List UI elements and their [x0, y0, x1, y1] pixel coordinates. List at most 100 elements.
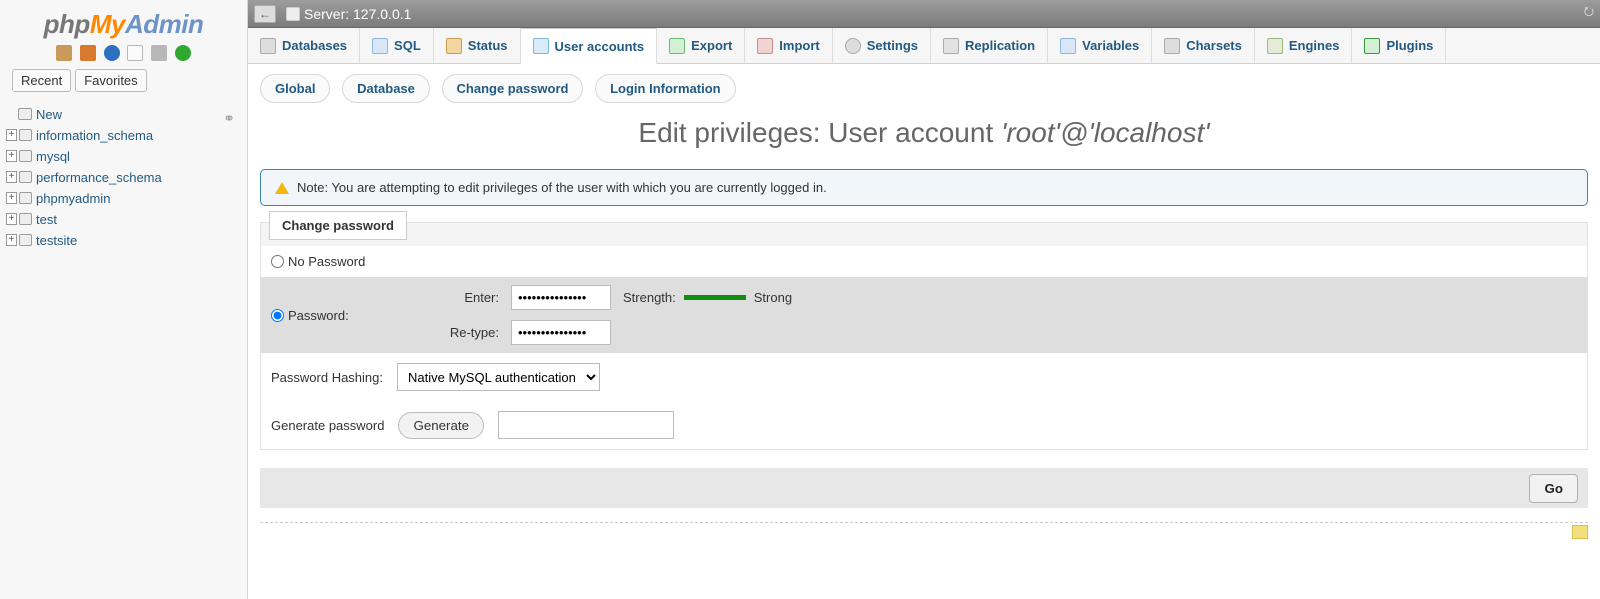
- tab-sql[interactable]: SQL: [360, 28, 434, 63]
- go-button[interactable]: Go: [1529, 474, 1578, 503]
- server-name: 127.0.0.1: [353, 6, 411, 22]
- db-icon: [18, 108, 32, 120]
- generated-password-input[interactable]: [498, 411, 674, 439]
- main-panel: ← Server: 127.0.0.1 ⭮ Databases SQL Stat…: [248, 0, 1600, 599]
- tab-label: Plugins: [1386, 38, 1433, 53]
- page-title: Edit privileges: User account 'root'@'lo…: [248, 107, 1600, 169]
- row-generate: Generate password Generate: [261, 401, 1587, 449]
- db-item-information-schema[interactable]: + information_schema: [4, 125, 243, 146]
- no-password-option[interactable]: No Password: [271, 254, 401, 269]
- recent-favorites-tabs: Recent Favorites: [0, 69, 247, 98]
- db-item-phpmyadmin[interactable]: + phpmyadmin: [4, 188, 243, 209]
- sql-icon: [372, 38, 388, 54]
- tab-user-accounts[interactable]: User accounts: [521, 28, 658, 64]
- new-database-link[interactable]: New: [4, 104, 243, 125]
- db-label: information_schema: [36, 128, 153, 143]
- password-enter-input[interactable]: [511, 285, 611, 310]
- tab-status[interactable]: Status: [434, 28, 521, 63]
- collapse-panel-icon[interactable]: ⭮: [1584, 2, 1594, 23]
- page-title-prefix: Edit privileges: User account: [638, 117, 1001, 148]
- strength-indicator: Strength: Strong: [623, 290, 792, 305]
- db-item-testsite[interactable]: + testsite: [4, 230, 243, 251]
- tab-label: Charsets: [1186, 38, 1242, 53]
- home-icon[interactable]: [56, 45, 72, 61]
- strength-meter: [684, 295, 746, 300]
- nav-back-button[interactable]: ←: [254, 5, 276, 23]
- db-icon: [19, 171, 32, 183]
- new-label: New: [36, 107, 62, 122]
- subtab-login-information[interactable]: Login Information: [595, 74, 735, 103]
- password-option[interactable]: Password:: [271, 308, 401, 323]
- password-radio[interactable]: [271, 309, 284, 322]
- favorites-tab[interactable]: Favorites: [75, 69, 146, 92]
- db-icon: [19, 192, 32, 204]
- db-label: testsite: [36, 233, 77, 248]
- logo-part1: php: [44, 9, 90, 39]
- expand-icon[interactable]: +: [6, 171, 17, 183]
- row-hashing: Password Hashing: Native MySQL authentic…: [261, 353, 1587, 401]
- db-icon: [19, 213, 32, 225]
- db-icon: [19, 150, 32, 162]
- charsets-icon: [1164, 38, 1180, 54]
- page-title-account: 'root'@'localhost': [1001, 117, 1210, 148]
- reload-icon[interactable]: [175, 45, 191, 61]
- console-toggle-bar[interactable]: [260, 522, 1588, 540]
- tab-engines[interactable]: Engines: [1255, 28, 1353, 63]
- logout-icon[interactable]: [80, 45, 96, 61]
- db-icon: [19, 129, 32, 141]
- strength-label: Strength:: [623, 290, 676, 305]
- no-password-radio[interactable]: [271, 255, 284, 268]
- server-label: Server: 127.0.0.1: [304, 6, 411, 22]
- tab-export[interactable]: Export: [657, 28, 745, 63]
- tab-import[interactable]: Import: [745, 28, 832, 63]
- db-item-performance-schema[interactable]: + performance_schema: [4, 167, 243, 188]
- database-tree: New + information_schema + mysql + perfo…: [0, 98, 247, 257]
- navigation-settings-icon[interactable]: [127, 45, 143, 61]
- tab-label: Variables: [1082, 38, 1139, 53]
- sub-tabs: Global Database Change password Login In…: [248, 64, 1600, 107]
- export-icon: [669, 38, 685, 54]
- tab-replication[interactable]: Replication: [931, 28, 1048, 63]
- logo-part2: My: [90, 9, 125, 39]
- expand-icon[interactable]: +: [6, 129, 17, 141]
- tab-variables[interactable]: Variables: [1048, 28, 1152, 63]
- tab-plugins[interactable]: Plugins: [1352, 28, 1446, 63]
- navigation-panel: phpMyAdmin Recent Favorites ⚭ New + info…: [0, 0, 248, 599]
- server-breadcrumb: ← Server: 127.0.0.1 ⭮: [248, 0, 1600, 28]
- tab-label: Replication: [965, 38, 1035, 53]
- expand-icon[interactable]: +: [6, 150, 17, 162]
- docs-icon[interactable]: [104, 45, 120, 61]
- expand-icon[interactable]: +: [6, 192, 17, 204]
- expand-icon[interactable]: +: [6, 213, 17, 225]
- gear-icon[interactable]: [151, 45, 167, 61]
- import-icon: [757, 38, 773, 54]
- subtab-global[interactable]: Global: [260, 74, 330, 103]
- recent-tab[interactable]: Recent: [12, 69, 71, 92]
- tab-databases[interactable]: Databases: [248, 28, 360, 63]
- subtab-change-password[interactable]: Change password: [442, 74, 584, 103]
- db-item-mysql[interactable]: + mysql: [4, 146, 243, 167]
- tab-label: SQL: [394, 38, 421, 53]
- phpmyadmin-logo: phpMyAdmin: [0, 5, 247, 42]
- tab-label: User accounts: [555, 39, 645, 54]
- subtab-database[interactable]: Database: [342, 74, 430, 103]
- tab-label: Databases: [282, 38, 347, 53]
- hashing-select[interactable]: Native MySQL authentication: [397, 363, 600, 391]
- password-retype-input[interactable]: [511, 320, 611, 345]
- expand-icon[interactable]: +: [6, 234, 17, 246]
- link-icon[interactable]: ⚭: [223, 110, 235, 127]
- tab-charsets[interactable]: Charsets: [1152, 28, 1255, 63]
- generate-label: Generate password: [271, 418, 384, 433]
- sidebar-toolbar: [0, 42, 247, 69]
- submit-bar: Go: [260, 468, 1588, 508]
- strength-value: Strong: [754, 290, 792, 305]
- generate-button[interactable]: Generate: [398, 412, 484, 439]
- settings-icon: [845, 38, 861, 54]
- variables-icon: [1060, 38, 1076, 54]
- password-label: Password:: [288, 308, 349, 323]
- db-label: performance_schema: [36, 170, 162, 185]
- tab-settings[interactable]: Settings: [833, 28, 931, 63]
- db-item-test[interactable]: + test: [4, 209, 243, 230]
- warning-icon: [275, 182, 289, 194]
- change-password-panel: Change password No Password Password: En…: [260, 222, 1588, 450]
